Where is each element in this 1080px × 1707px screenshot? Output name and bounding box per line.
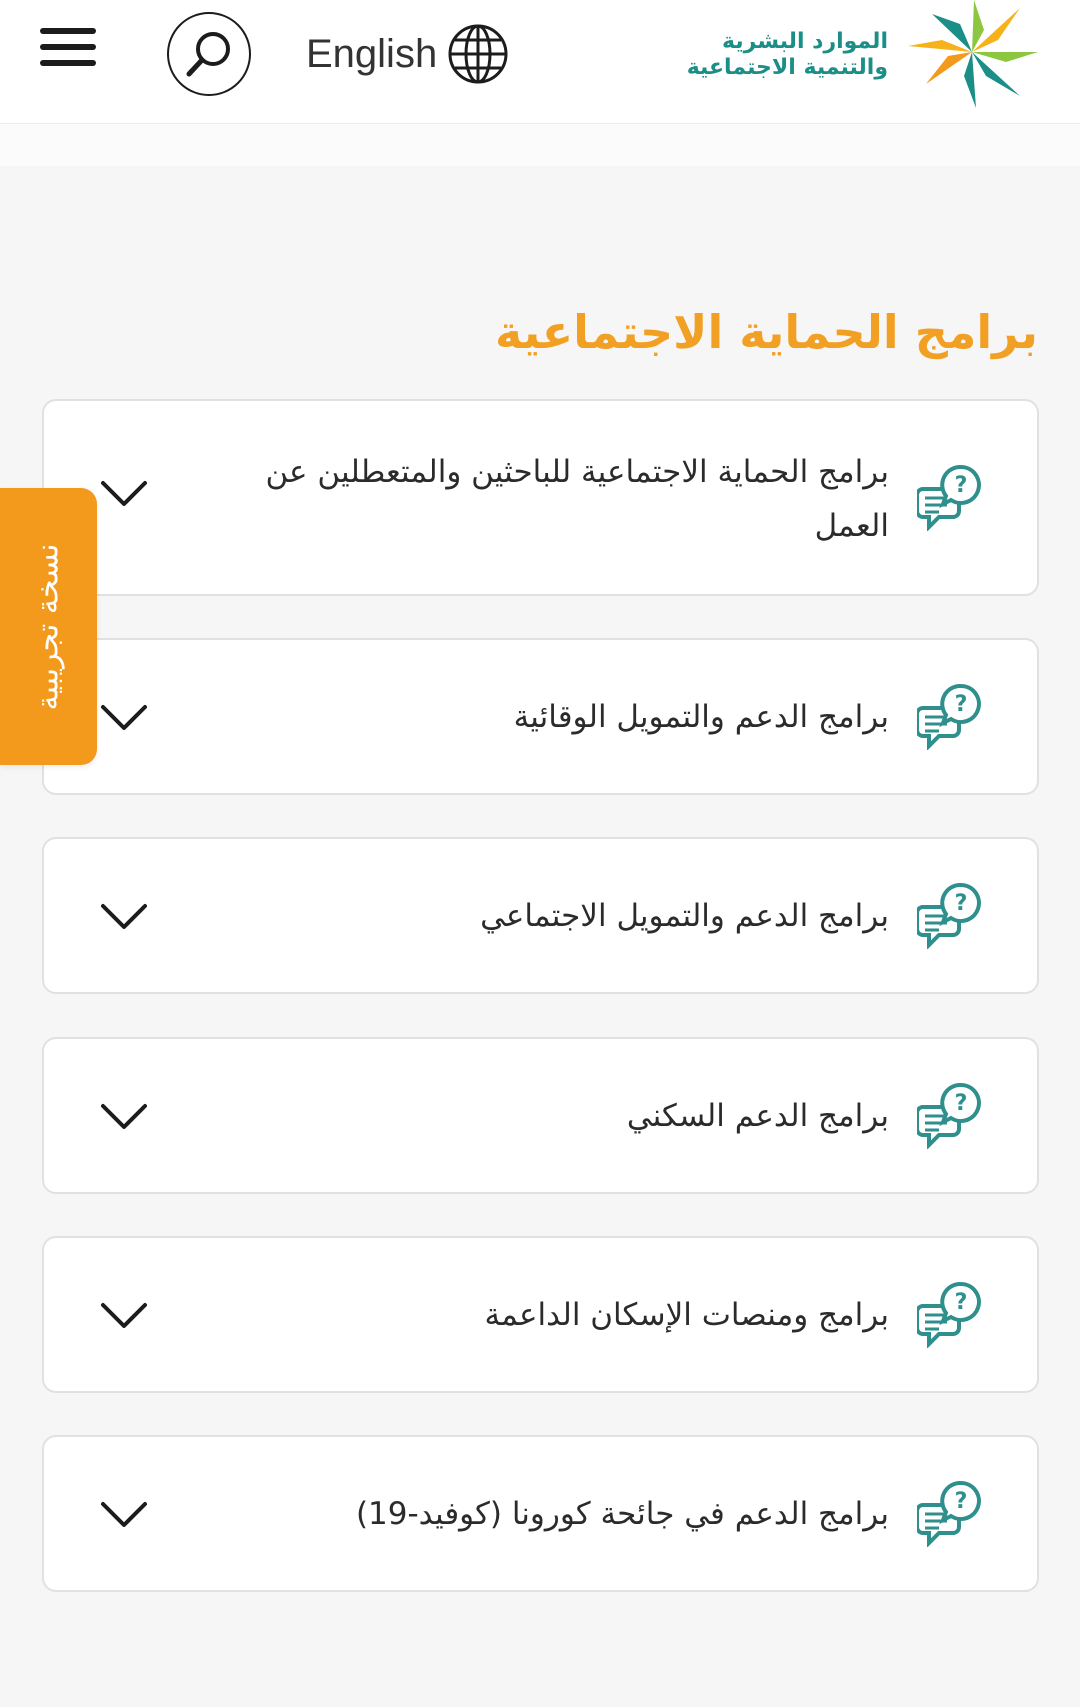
menu-line <box>40 44 96 50</box>
faq-chat-icon: ? <box>917 684 981 750</box>
svg-text:?: ? <box>955 692 968 717</box>
beta-version-tab[interactable]: نسخة تجريبية <box>0 488 97 765</box>
language-label: English <box>306 31 438 76</box>
accordion-item-label: برامج الدعم في جائحة كورونا (كوفيد-19) <box>355 1496 889 1532</box>
menu-line <box>40 60 96 66</box>
accordion-item-label: برامج الدعم والتمويل الاجتماعي <box>480 898 889 934</box>
chevron-down-icon[interactable] <box>100 703 148 733</box>
search-button[interactable] <box>167 12 251 96</box>
faq-chat-icon: ? <box>917 1083 981 1149</box>
header-spacer <box>0 124 1080 166</box>
accordion-item-label: برامج الدعم السكني <box>626 1098 889 1134</box>
accordion-item-label: برامج ومنصات الإسكان الداعمة <box>484 1297 889 1333</box>
faq-chat-icon: ? <box>917 465 981 531</box>
chevron-down-icon[interactable] <box>100 1500 148 1530</box>
ministry-logo[interactable]: الموارد البشرية والتنمية الاجتماعية <box>687 0 1042 110</box>
svg-text:?: ? <box>955 1290 968 1315</box>
chevron-down-icon[interactable] <box>100 479 148 509</box>
accordion-item-label: برامج الدعم والتمويل الوقائية <box>513 699 889 735</box>
hamburger-menu-icon[interactable] <box>40 24 100 68</box>
accordion-item[interactable]: ? برامج الدعم والتمويل الوقائية <box>42 638 1039 795</box>
logo-line-1: الموارد البشرية <box>722 28 888 54</box>
page-title: برامج الحماية الاجتماعية <box>495 305 1038 359</box>
svg-text:?: ? <box>955 1091 968 1116</box>
accordion-item[interactable]: ? برامج الحماية الاجتماعية للباحثين والم… <box>42 399 1039 596</box>
accordion-item[interactable]: ? برامج الدعم السكني <box>42 1037 1039 1194</box>
svg-text:?: ? <box>955 1489 968 1514</box>
accordion-item[interactable]: ? برامج الدعم والتمويل الاجتماعي <box>42 837 1039 994</box>
chevron-down-icon[interactable] <box>100 1102 148 1132</box>
menu-line <box>40 28 96 34</box>
accordion-item[interactable]: ? برامج الدعم في جائحة كورونا (كوفيد-19) <box>42 1435 1039 1592</box>
logo-text: الموارد البشرية والتنمية الاجتماعية <box>687 29 888 82</box>
faq-chat-icon: ? <box>917 1282 981 1348</box>
globe-icon <box>448 24 508 84</box>
accordion-item[interactable]: ? برامج ومنصات الإسكان الداعمة <box>42 1236 1039 1393</box>
chevron-down-icon[interactable] <box>100 1301 148 1331</box>
search-icon <box>186 32 230 77</box>
language-switch[interactable]: English <box>306 22 509 86</box>
accordion-item-label: برامج الحماية الاجتماعية للباحثين والمتع… <box>265 454 889 544</box>
logo-emblem-icon <box>908 0 1038 108</box>
chevron-down-icon[interactable] <box>100 902 148 932</box>
faq-chat-icon: ? <box>917 883 981 949</box>
svg-text:?: ? <box>955 473 968 498</box>
logo-line-2: والتنمية الاجتماعية <box>686 55 888 80</box>
faq-chat-icon: ? <box>917 1481 981 1547</box>
svg-text:?: ? <box>955 891 968 916</box>
beta-version-label: نسخة تجريبية <box>30 543 66 710</box>
top-header: English الموارد البشرية والتنمية الاجتما… <box>0 0 1080 124</box>
